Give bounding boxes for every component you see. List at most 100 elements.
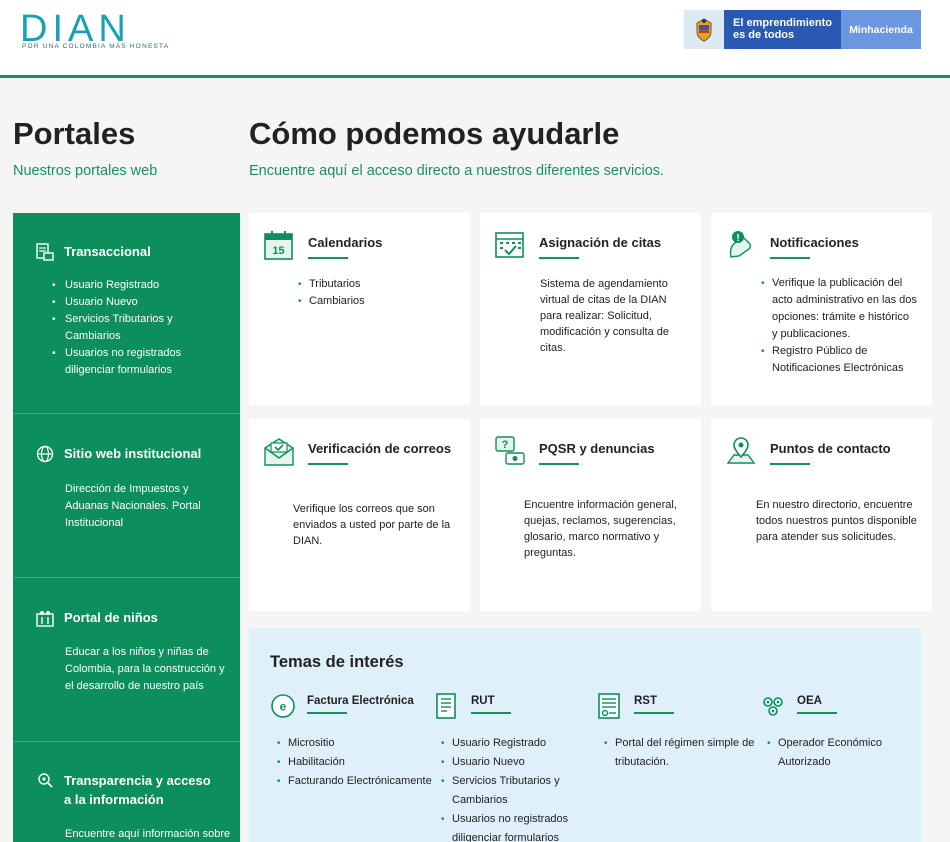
- temas-title: Temas de interés: [270, 653, 404, 671]
- portal-ninos-title: Portal de niños: [64, 610, 158, 625]
- portal-transaccional-links: Usuario Registrado Usuario Nuevo Servici…: [52, 277, 205, 379]
- card-notificaciones-links: Verifique la publicación del acto admini…: [761, 275, 917, 377]
- portales-title: Portales: [13, 116, 136, 151]
- email-verify-icon: [264, 438, 294, 466]
- title-underline: [308, 463, 348, 465]
- card-calendarios[interactable]: 15 Calendarios Tributarios Cambiarios: [249, 213, 470, 405]
- portal-sitio-institucional[interactable]: Sitio web institucional Dirección de Imp…: [13, 414, 240, 578]
- title-underline: [797, 712, 837, 714]
- pqsr-icon: ?: [495, 436, 525, 465]
- card-notificaciones[interactable]: ! Notificaciones Verifique la publicació…: [711, 213, 932, 405]
- card-notificaciones-title: Notificaciones: [770, 235, 859, 250]
- svg-text:!: !: [736, 233, 739, 244]
- svg-text:e: e: [280, 700, 287, 714]
- invoice-icon: e: [271, 694, 295, 718]
- oea-icon: [763, 697, 783, 716]
- tema-rst-title: RST: [634, 695, 657, 707]
- title-underline: [539, 257, 579, 259]
- logo-tagline: POR UNA COLOMBIA MÁS HONESTA: [22, 43, 170, 50]
- link-servicios-tributarios[interactable]: Servicios Tributarios y Cambiarios: [52, 311, 195, 345]
- transparency-icon: [38, 773, 53, 788]
- portal-transparencia-desc: Encuentre aquí información sobre: [65, 828, 231, 840]
- link-usuario-nuevo[interactable]: Usuario Nuevo: [52, 294, 205, 311]
- portales-sidebar: Transaccional Usuario Registrado Usuario…: [13, 213, 240, 842]
- page-subtitle: Encuentre aquí el acceso directo a nuest…: [249, 163, 665, 179]
- government-banner[interactable]: El emprendimiento es de todos Minhaciend…: [684, 10, 921, 49]
- tema-rst-links: Portal del régimen simple de tributación…: [604, 734, 765, 772]
- link-facturando[interactable]: Facturando Electrónicamente: [277, 772, 432, 791]
- portal-sitio-institucional-title: Sitio web institucional: [64, 446, 202, 461]
- portal-ninos-header[interactable]: Portal de niños: [35, 608, 158, 628]
- rut-icon: [436, 693, 456, 719]
- card-verificacion-correos-desc: Verifique los correos que son enviados a…: [293, 503, 451, 547]
- title-underline: [770, 463, 810, 465]
- tema-factura-links: Micrositio Habilitación Facturando Elect…: [277, 734, 432, 791]
- link-tributarios[interactable]: Tributarios: [298, 276, 365, 293]
- location-icon: [726, 437, 756, 464]
- link-registro-publico[interactable]: Registro Público de Notificaciones Elect…: [761, 343, 917, 377]
- appointment-icon: [495, 232, 524, 258]
- link-usuario-registrado[interactable]: Usuario Registrado: [52, 277, 205, 294]
- title-underline: [539, 463, 579, 465]
- portal-transparencia-header[interactable]: Transparencia y acceso a la información: [35, 771, 214, 809]
- portal-ninos[interactable]: Portal de niños Educar a los niños y niñ…: [13, 578, 240, 742]
- portal-transparencia[interactable]: Transparencia y acceso a la información …: [13, 742, 240, 842]
- tema-rut-title: RUT: [471, 695, 495, 707]
- title-underline: [770, 257, 810, 259]
- portal-transaccional-header[interactable]: Transaccional: [35, 242, 151, 262]
- portal-ninos-desc: Educar a los niños y niñas de Colombia, …: [65, 646, 225, 692]
- link-rut-usuario-registrado[interactable]: Usuario Registrado: [441, 734, 577, 753]
- rst-icon: [598, 693, 620, 719]
- card-verificacion-correos-title: Verificación de correos: [308, 441, 452, 456]
- dian-logo[interactable]: DIAN POR UNA COLOMBIA MÁS HONESTA: [20, 8, 180, 55]
- link-portal-regimen-simple[interactable]: Portal del régimen simple de tributación…: [604, 734, 765, 772]
- site-header: DIAN POR UNA COLOMBIA MÁS HONESTA El emp…: [0, 0, 950, 78]
- link-usuarios-no-registrados[interactable]: Usuarios no registrados diligenciar form…: [52, 345, 205, 379]
- temas-de-interes: Temas de interés e Factura Electrónica M…: [249, 628, 921, 842]
- card-calendarios-links: Tributarios Cambiarios: [298, 276, 365, 310]
- gov-slogan-line1: El emprendimiento: [733, 17, 833, 29]
- card-pqsr-title: PQSR y denuncias: [539, 441, 655, 456]
- portal-transaccional[interactable]: Transaccional Usuario Registrado Usuario…: [13, 213, 240, 414]
- title-underline: [307, 712, 347, 714]
- notification-icon: !: [729, 231, 752, 258]
- tema-oea-links: Operador Económico Autorizado: [767, 734, 918, 772]
- tema-rut-links: Usuario Registrado Usuario Nuevo Servici…: [441, 734, 577, 842]
- card-asignacion-citas-desc: Sistema de agendamiento virtual de citas…: [540, 278, 670, 354]
- link-rut-usuario-nuevo[interactable]: Usuario Nuevo: [441, 753, 577, 772]
- calendar-icon: 15: [264, 231, 293, 260]
- gov-slogan: El emprendimiento es de todos: [724, 10, 841, 49]
- card-asignacion-citas[interactable]: Asignación de citas Sistema de agendamie…: [480, 213, 701, 405]
- kids-icon: [36, 611, 54, 627]
- card-verificacion-correos[interactable]: Verificación de correos Verifique los co…: [249, 419, 470, 611]
- card-pqsr-desc: Encuentre información general, quejas, r…: [524, 499, 677, 559]
- portal-transaccional-title: Transaccional: [64, 244, 151, 259]
- link-rut-servicios[interactable]: Servicios Tributarios y Cambiarios: [441, 772, 577, 810]
- portal-sitio-institucional-desc: Dirección de Impuestos y Aduanas Naciona…: [65, 483, 201, 529]
- coat-of-arms-icon: [684, 10, 724, 49]
- globe-icon: [36, 445, 54, 463]
- portales-subtitle: Nuestros portales web: [13, 163, 158, 179]
- tema-oea-title: OEA: [797, 695, 822, 707]
- card-puntos-contacto-title: Puntos de contacto: [770, 441, 891, 456]
- ministry-label: Minhacienda: [841, 10, 921, 49]
- title-underline: [471, 712, 511, 714]
- card-puntos-contacto-desc: En nuestro directorio, encuentre todos n…: [756, 499, 917, 543]
- card-asignacion-citas-title: Asignación de citas: [539, 235, 662, 250]
- transaction-icon: [36, 243, 54, 261]
- svg-text:?: ?: [502, 439, 509, 451]
- tema-factura-title: Factura Electrónica: [307, 695, 414, 707]
- title-underline: [308, 257, 348, 259]
- card-puntos-contacto[interactable]: Puntos de contacto En nuestro directorio…: [711, 419, 932, 611]
- card-calendarios-title: Calendarios: [308, 235, 383, 250]
- link-habilitacion[interactable]: Habilitación: [277, 753, 432, 772]
- portal-sitio-institucional-header[interactable]: Sitio web institucional: [35, 444, 201, 464]
- card-pqsr[interactable]: ? PQSR y denuncias Encuentre información…: [480, 419, 701, 611]
- link-cambiarios[interactable]: Cambiarios: [298, 293, 365, 310]
- portal-transparencia-title: Transparencia y acceso a la información: [64, 773, 211, 807]
- link-micrositio[interactable]: Micrositio: [277, 734, 432, 753]
- page-title: Cómo podemos ayudarle: [249, 116, 620, 151]
- link-operador-economico[interactable]: Operador Económico Autorizado: [767, 734, 918, 772]
- link-rut-no-registrados[interactable]: Usuarios no registrados diligenciar form…: [441, 810, 577, 842]
- link-verifique-publicacion[interactable]: Verifique la publicación del acto admini…: [761, 275, 917, 343]
